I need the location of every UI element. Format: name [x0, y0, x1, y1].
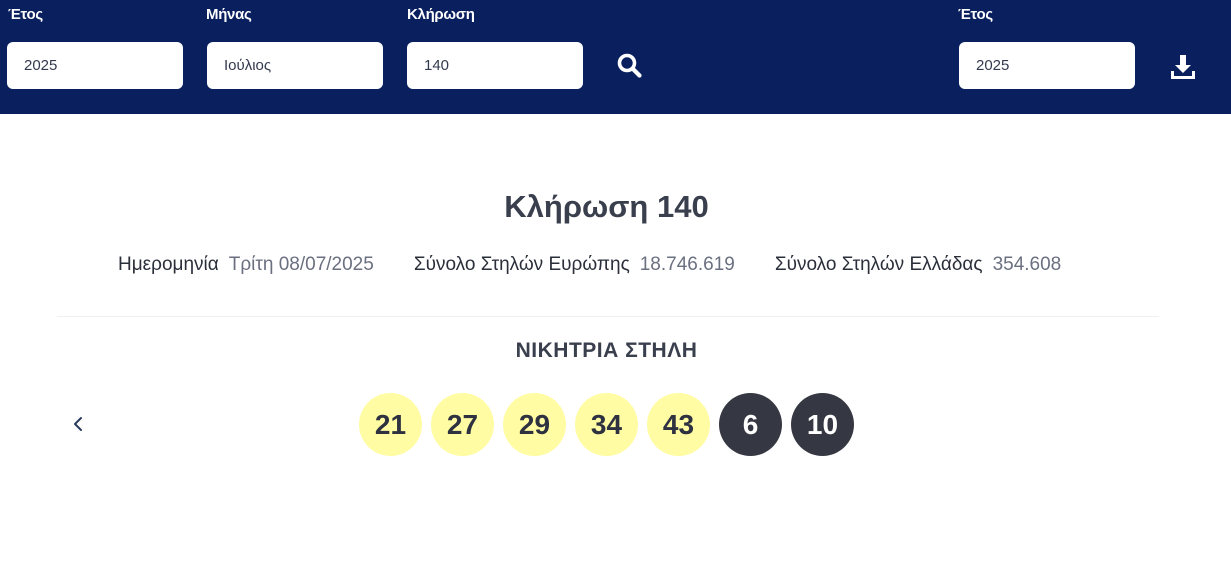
- date-value: Τρίτη 08/07/2025: [228, 254, 374, 275]
- year-select[interactable]: 2025: [7, 42, 183, 89]
- euro-number-ball: 10: [791, 393, 854, 456]
- export-year-select[interactable]: 2025: [959, 42, 1135, 89]
- europe-total: Σύνολο Στηλών Ευρώπης 18.746.619: [414, 254, 735, 276]
- greece-total-value: 354.608: [992, 254, 1062, 275]
- month-label: Μήνας: [206, 6, 252, 23]
- greece-total-label: Σύνολο Στηλών Ελλάδας: [774, 254, 983, 275]
- draw-label: Κλήρωση: [407, 6, 475, 23]
- search-icon: [617, 53, 642, 78]
- europe-total-label: Σύνολο Στηλών Ευρώπης: [413, 254, 630, 275]
- draw-info: Ημερομηνία Τρίτη 08/07/2025 Σύνολο Στηλώ…: [118, 254, 1101, 276]
- divider: [57, 316, 1159, 317]
- winning-numbers: 21 27 29 34 43 6 10: [359, 393, 854, 456]
- filter-bar: Έτος 2025 Μήνας Ιούλιος Κλήρωση 140 Έτος…: [0, 0, 1231, 114]
- search-button[interactable]: [612, 50, 648, 82]
- year-label: Έτος: [8, 6, 43, 23]
- export-year-label: Έτος: [958, 6, 993, 23]
- date-label: Ημερομηνία: [118, 254, 219, 275]
- number-ball: 27: [431, 393, 494, 456]
- number-ball: 29: [503, 393, 566, 456]
- winning-column-title: ΝΙΚΗΤΡΙΑ ΣΤΗΛΗ: [515, 339, 698, 362]
- draw-title: Κλήρωση 140: [504, 189, 709, 224]
- draw-input[interactable]: 140: [407, 42, 583, 89]
- number-ball: 34: [575, 393, 638, 456]
- download-button[interactable]: [1164, 50, 1202, 84]
- europe-total-value: 18.746.619: [639, 254, 735, 275]
- number-ball: 43: [647, 393, 710, 456]
- number-ball: 21: [359, 393, 422, 456]
- greece-total: Σύνολο Στηλών Ελλάδας 354.608: [775, 254, 1061, 276]
- month-select[interactable]: Ιούλιος: [207, 42, 383, 89]
- chevron-left-icon: [74, 417, 82, 431]
- previous-draw-button[interactable]: [68, 412, 88, 436]
- download-icon: [1171, 55, 1195, 79]
- draw-date: Ημερομηνία Τρίτη 08/07/2025: [118, 254, 374, 276]
- euro-number-ball: 6: [719, 393, 782, 456]
